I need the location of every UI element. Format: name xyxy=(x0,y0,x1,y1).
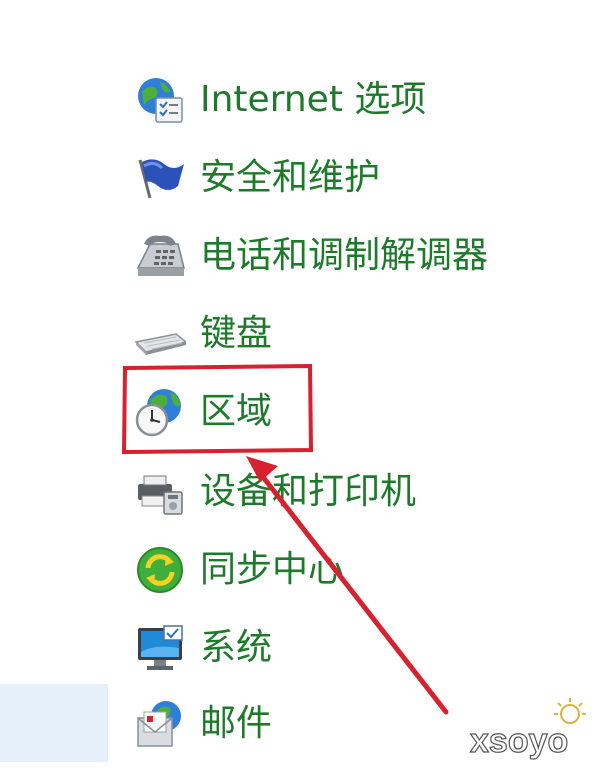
item-label: 安全和维护 xyxy=(200,157,381,198)
hover-highlight xyxy=(0,684,108,762)
watermark-logo: xsoyo xyxy=(462,694,592,764)
item-label: 系统 xyxy=(200,627,273,668)
phone-modem-icon xyxy=(134,228,190,284)
control-panel-item-internet-options[interactable]: Internet 选项 xyxy=(134,72,426,128)
item-label: 设备和打印机 xyxy=(200,471,417,512)
control-panel-item-phone-modem[interactable]: 电话和调制解调器 xyxy=(134,228,488,284)
control-panel-item-keyboard[interactable]: 键盘 xyxy=(134,306,272,362)
item-label: 电话和调制解调器 xyxy=(200,235,489,276)
control-panel-item-system[interactable]: 系统 xyxy=(134,620,272,676)
devices-printers-icon xyxy=(134,464,190,520)
internet-options-icon xyxy=(134,72,190,128)
control-panel-list: Internet 选项 安全和维护 电话和调制解调器 键盘 区域 设备和打印机 … xyxy=(0,0,600,770)
control-panel-item-mail[interactable]: 邮件 xyxy=(134,696,272,752)
watermark-text: xsoyo xyxy=(470,722,568,760)
region-globe-clock-icon xyxy=(134,384,190,440)
control-panel-item-region[interactable]: 区域 xyxy=(134,384,272,440)
control-panel-item-sync-center[interactable]: 同步中心 xyxy=(134,542,344,598)
control-panel-item-security-maintenance[interactable]: 安全和维护 xyxy=(134,150,380,206)
system-monitor-icon xyxy=(134,620,190,676)
mail-icon xyxy=(134,696,190,752)
keyboard-icon xyxy=(134,306,190,362)
item-label: 键盘 xyxy=(200,313,273,354)
item-label: 邮件 xyxy=(200,703,273,744)
item-label: Internet 选项 xyxy=(200,79,427,120)
item-label: 区域 xyxy=(200,391,273,432)
security-maintenance-flag-icon xyxy=(134,150,190,206)
control-panel-item-devices-printers[interactable]: 设备和打印机 xyxy=(134,464,416,520)
sync-center-icon xyxy=(134,542,190,598)
item-label: 同步中心 xyxy=(200,549,345,590)
